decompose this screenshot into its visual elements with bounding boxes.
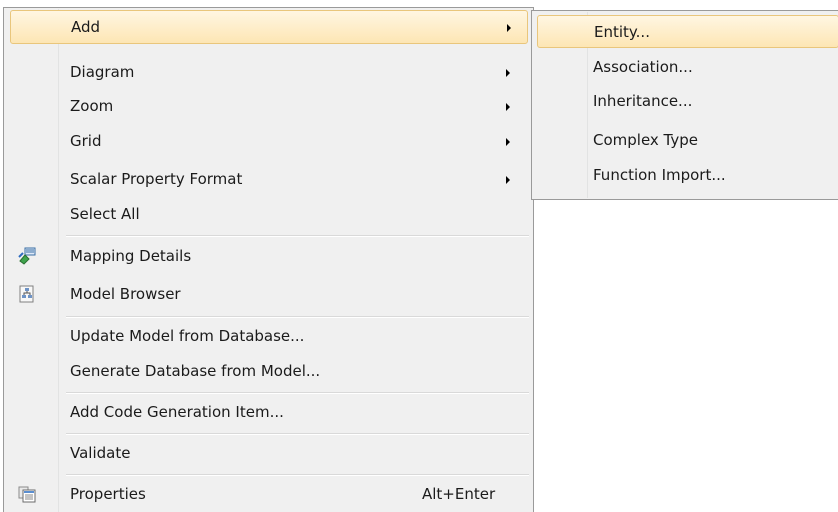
- menu-item-grid[interactable]: Grid: [10, 125, 528, 159]
- submenu-arrow-icon: [507, 24, 511, 32]
- menu-item-label: Grid: [70, 132, 102, 150]
- submenu-arrow-icon: [506, 138, 510, 146]
- menu-item-label: Diagram: [70, 63, 135, 81]
- menu-item-diagram[interactable]: Diagram: [10, 56, 528, 90]
- context-menu: Add Diagram Zoom Grid Scalar Property Fo…: [3, 7, 534, 512]
- menu-item-model-browser[interactable]: Model Browser: [10, 278, 528, 312]
- submenu-item-label: Complex Type: [593, 131, 699, 149]
- shortcut-label: Alt+Enter: [422, 485, 496, 503]
- menu-item-properties[interactable]: Properties Alt+Enter: [10, 478, 528, 512]
- mapping-details-icon: [18, 247, 36, 265]
- menu-item-select-all[interactable]: Select All: [10, 198, 528, 232]
- submenu-arrow-icon: [506, 103, 510, 111]
- menu-separator: [66, 392, 529, 394]
- menu-item-label: Generate Database from Model...: [70, 362, 321, 380]
- properties-icon: [18, 485, 36, 503]
- submenu-item-label: Association...: [593, 58, 693, 76]
- menu-item-label: Mapping Details: [70, 247, 192, 265]
- menu-item-add[interactable]: Add: [10, 10, 528, 44]
- menu-separator: [66, 235, 529, 237]
- menu-separator: [66, 433, 529, 435]
- submenu-item-label: Entity...: [594, 23, 650, 41]
- menu-item-label: Select All: [70, 205, 140, 223]
- menu-item-add-code-generation-item[interactable]: Add Code Generation Item...: [10, 396, 528, 430]
- menu-item-label: Scalar Property Format: [70, 170, 243, 188]
- submenu-item-association[interactable]: Association...: [537, 51, 838, 84]
- menu-separator: [66, 474, 529, 476]
- menu-item-label: Add: [71, 18, 101, 36]
- menu-item-zoom[interactable]: Zoom: [10, 90, 528, 124]
- add-submenu: Entity... Association... Inheritance... …: [531, 10, 838, 200]
- menu-item-label: Properties: [70, 485, 146, 503]
- menu-item-update-model-from-database[interactable]: Update Model from Database...: [10, 320, 528, 354]
- model-browser-icon: [18, 285, 36, 303]
- submenu-item-complex-type[interactable]: Complex Type: [537, 124, 838, 157]
- submenu-item-label: Inheritance...: [593, 92, 693, 110]
- menu-item-label: Zoom: [70, 97, 114, 115]
- menu-item-label: Update Model from Database...: [70, 327, 305, 345]
- menu-item-generate-database-from-model[interactable]: Generate Database from Model...: [10, 355, 528, 389]
- menu-item-mapping-details[interactable]: Mapping Details: [10, 240, 528, 274]
- menu-item-scalar-property-format[interactable]: Scalar Property Format: [10, 163, 528, 197]
- menu-item-validate[interactable]: Validate: [10, 437, 528, 471]
- menu-item-label: Model Browser: [70, 285, 181, 303]
- submenu-arrow-icon: [506, 69, 510, 77]
- submenu-arrow-icon: [506, 176, 510, 184]
- menu-separator: [66, 316, 529, 318]
- submenu-item-entity[interactable]: Entity...: [537, 15, 838, 48]
- submenu-item-inheritance[interactable]: Inheritance...: [537, 85, 838, 118]
- submenu-item-label: Function Import...: [593, 166, 726, 184]
- menu-item-label: Validate: [70, 444, 131, 462]
- menu-item-label: Add Code Generation Item...: [70, 403, 284, 421]
- submenu-item-function-import[interactable]: Function Import...: [537, 159, 838, 192]
